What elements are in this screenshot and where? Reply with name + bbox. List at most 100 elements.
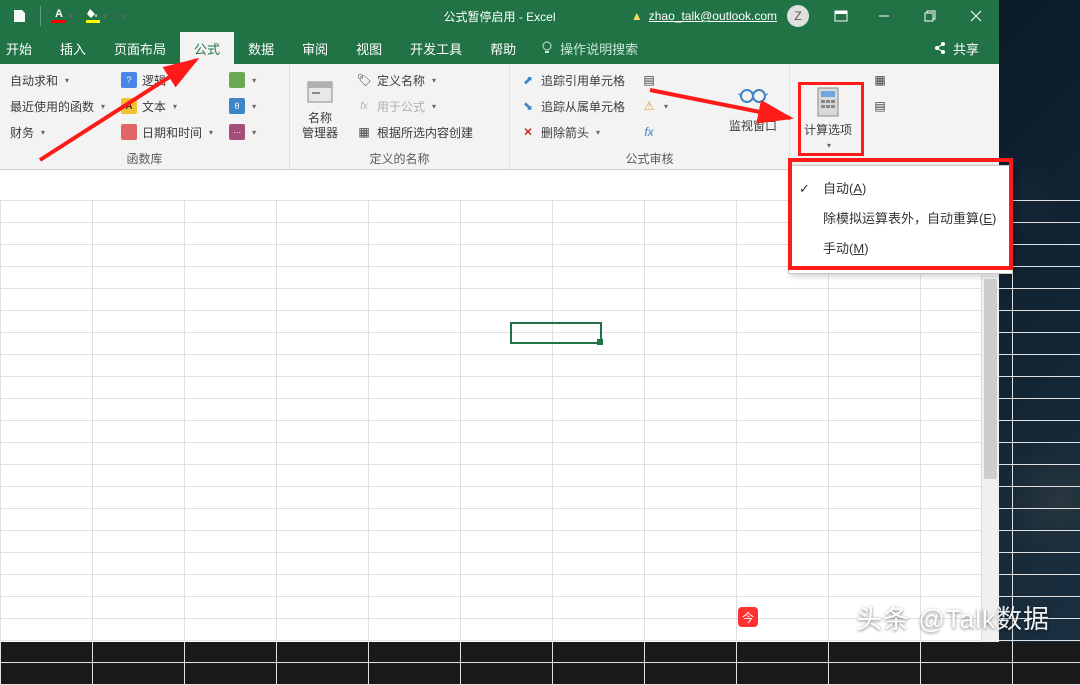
tab-insert[interactable]: 插入 — [46, 32, 100, 64]
use-in-formula-button[interactable]: fx 用于公式▾ — [352, 94, 503, 118]
date-time-button[interactable]: 日期和时间▾ — [117, 120, 217, 144]
recently-used-button[interactable]: 最近使用的函数▾ — [6, 94, 109, 118]
tag-icon: 🏷 — [356, 72, 372, 88]
tab-start[interactable]: 开始 — [0, 32, 46, 64]
menu-item-automatic[interactable]: ✓ 自动(A) — [789, 174, 1012, 204]
tab-developer[interactable]: 开发工具 — [396, 32, 476, 64]
save-icon — [12, 9, 26, 23]
show-formulas-button[interactable]: ▤ — [637, 68, 715, 92]
logical-button[interactable]: ? 逻辑▾ — [117, 68, 217, 92]
account-email[interactable]: zhao_talk@outlook.com — [649, 9, 777, 23]
trace-dependents-icon: ⬊ — [520, 98, 536, 114]
lookup-icon — [229, 72, 245, 88]
scrollbar-thumb[interactable] — [984, 279, 997, 479]
create-from-selection-button[interactable]: ▦ 根据所选内容创建 — [352, 120, 503, 144]
chevron-down-icon: ▾ — [103, 12, 107, 21]
vertical-scrollbar[interactable] — [981, 275, 999, 642]
font-color-button[interactable]: A ▾ — [47, 2, 77, 30]
selection-icon: ▦ — [356, 124, 372, 140]
save-button[interactable] — [4, 2, 34, 30]
qat-customize-button[interactable]: ▾ — [115, 2, 129, 30]
ribbon-options-icon — [834, 10, 848, 22]
group-function-library: 自动求和▾ 最近使用的函数▾ 财务▾ ? 逻辑▾ A — [0, 64, 290, 169]
name-manager-button[interactable]: 名称管理器 — [296, 68, 344, 148]
excel-window: A ▾ ▾ ▾ 公式暂停启用 - Excel ▲ zhao_talk@outl — [0, 0, 999, 642]
trace-precedents-button[interactable]: ⬈ 追踪引用单元格 — [516, 68, 629, 92]
window-title: 公式暂停启用 - Excel — [443, 8, 555, 25]
restore-icon — [924, 10, 936, 22]
close-icon — [970, 10, 982, 22]
minimize-icon — [878, 10, 890, 22]
tab-view[interactable]: 视图 — [342, 32, 396, 64]
remove-arrows-button[interactable]: ✕ 删除箭头▾ — [516, 120, 629, 144]
warning-icon: ▲ — [631, 9, 643, 23]
text-button[interactable]: A 文本▾ — [117, 94, 217, 118]
restore-button[interactable] — [907, 0, 953, 32]
quick-access-toolbar: A ▾ ▾ ▾ — [0, 2, 129, 30]
lookup-ref-button[interactable]: ▾ — [225, 68, 283, 92]
watch-window-button[interactable]: 监视窗口 — [723, 68, 783, 148]
avatar[interactable]: Z — [787, 5, 809, 27]
more-icon: ⋯ — [229, 124, 245, 140]
toutiao-logo-icon: 今 — [738, 607, 758, 627]
calculate-sheet-button[interactable]: ▤ — [868, 94, 993, 118]
math-trig-button[interactable]: θ▾ — [225, 94, 283, 118]
group-label: 公式审核 — [516, 148, 783, 167]
math-icon: θ — [229, 98, 245, 114]
active-cell-indicator — [510, 322, 602, 344]
share-icon — [933, 41, 947, 55]
group-label: 定义的名称 — [296, 148, 503, 167]
group-calculation: 计算选项 ▾ ▦ ▤ — [790, 64, 999, 169]
tab-data[interactable]: 数据 — [234, 32, 288, 64]
tab-page-layout[interactable]: 页面布局 — [100, 32, 180, 64]
more-functions-button[interactable]: ⋯▾ — [225, 120, 283, 144]
name-manager-icon — [304, 76, 336, 108]
evaluate-icon: fx — [641, 124, 657, 140]
error-check-icon: ⚠ — [641, 98, 657, 114]
ribbon-body: 自动求和▾ 最近使用的函数▾ 财务▾ ? 逻辑▾ A — [0, 64, 999, 170]
trace-dependents-button[interactable]: ⬊ 追踪从属单元格 — [516, 94, 629, 118]
calculator-icon — [812, 86, 844, 118]
calculation-options-button[interactable]: 计算选项 ▾ — [796, 68, 860, 167]
tab-formulas[interactable]: 公式 — [180, 32, 234, 64]
lightbulb-icon — [540, 41, 554, 55]
close-button[interactable] — [953, 0, 999, 32]
tell-me-search[interactable]: 操作说明搜索 — [540, 32, 638, 64]
title-bar: A ▾ ▾ ▾ 公式暂停启用 - Excel ▲ zhao_talk@outl — [0, 0, 999, 32]
calculate-now-button[interactable]: ▦ — [868, 68, 993, 92]
clock-icon — [121, 124, 137, 140]
evaluate-formula-button[interactable]: fx — [637, 120, 715, 144]
share-button[interactable]: 共享 — [933, 32, 979, 64]
fill-color-icon — [85, 9, 101, 23]
chevron-down-icon: ▾ — [827, 141, 831, 150]
tab-review[interactable]: 审阅 — [288, 32, 342, 64]
watch-window-icon — [737, 82, 769, 114]
qat-separator — [40, 6, 41, 26]
check-icon: ✓ — [799, 180, 810, 198]
font-color-icon: A — [51, 9, 67, 23]
logical-icon: ? — [121, 72, 137, 88]
calculation-options-menu: ✓ 自动(A) 除模拟运算表外，自动重算(E) 手动(M) — [788, 165, 1013, 274]
minimize-button[interactable] — [861, 0, 907, 32]
group-formula-auditing: ⬈ 追踪引用单元格 ⬊ 追踪从属单元格 ✕ 删除箭头▾ ▤ ⚠▾ fx — [510, 64, 790, 169]
error-checking-button[interactable]: ⚠▾ — [637, 94, 715, 118]
financial-button[interactable]: 财务▾ — [6, 120, 109, 144]
calc-sheet-icon: ▤ — [872, 98, 888, 114]
ribbon-display-options-button[interactable] — [821, 0, 861, 32]
formula-icon: ▤ — [641, 72, 657, 88]
group-label: 函数库 — [6, 148, 283, 167]
define-name-button[interactable]: 🏷 定义名称▾ — [352, 68, 503, 92]
tab-help[interactable]: 帮助 — [476, 32, 530, 64]
calc-now-icon: ▦ — [872, 72, 888, 88]
trace-precedents-icon: ⬈ — [520, 72, 536, 88]
menu-item-manual[interactable]: 手动(M) — [789, 234, 1012, 264]
group-defined-names: 名称管理器 🏷 定义名称▾ fx 用于公式▾ ▦ 根据所选内容创建 — [290, 64, 510, 169]
remove-arrows-icon: ✕ — [520, 124, 536, 140]
fill-color-button[interactable]: ▾ — [81, 2, 111, 30]
text-icon: A — [121, 98, 137, 114]
autosum-button[interactable]: 自动求和▾ — [6, 68, 109, 92]
menu-item-except-tables[interactable]: 除模拟运算表外，自动重算(E) — [789, 204, 1012, 234]
ribbon-tabs: 开始 插入 页面布局 公式 数据 审阅 视图 开发工具 帮助 操作说明搜索 共享 — [0, 32, 999, 64]
chevron-down-icon: ▾ — [69, 12, 73, 21]
fx-icon: fx — [356, 98, 372, 114]
